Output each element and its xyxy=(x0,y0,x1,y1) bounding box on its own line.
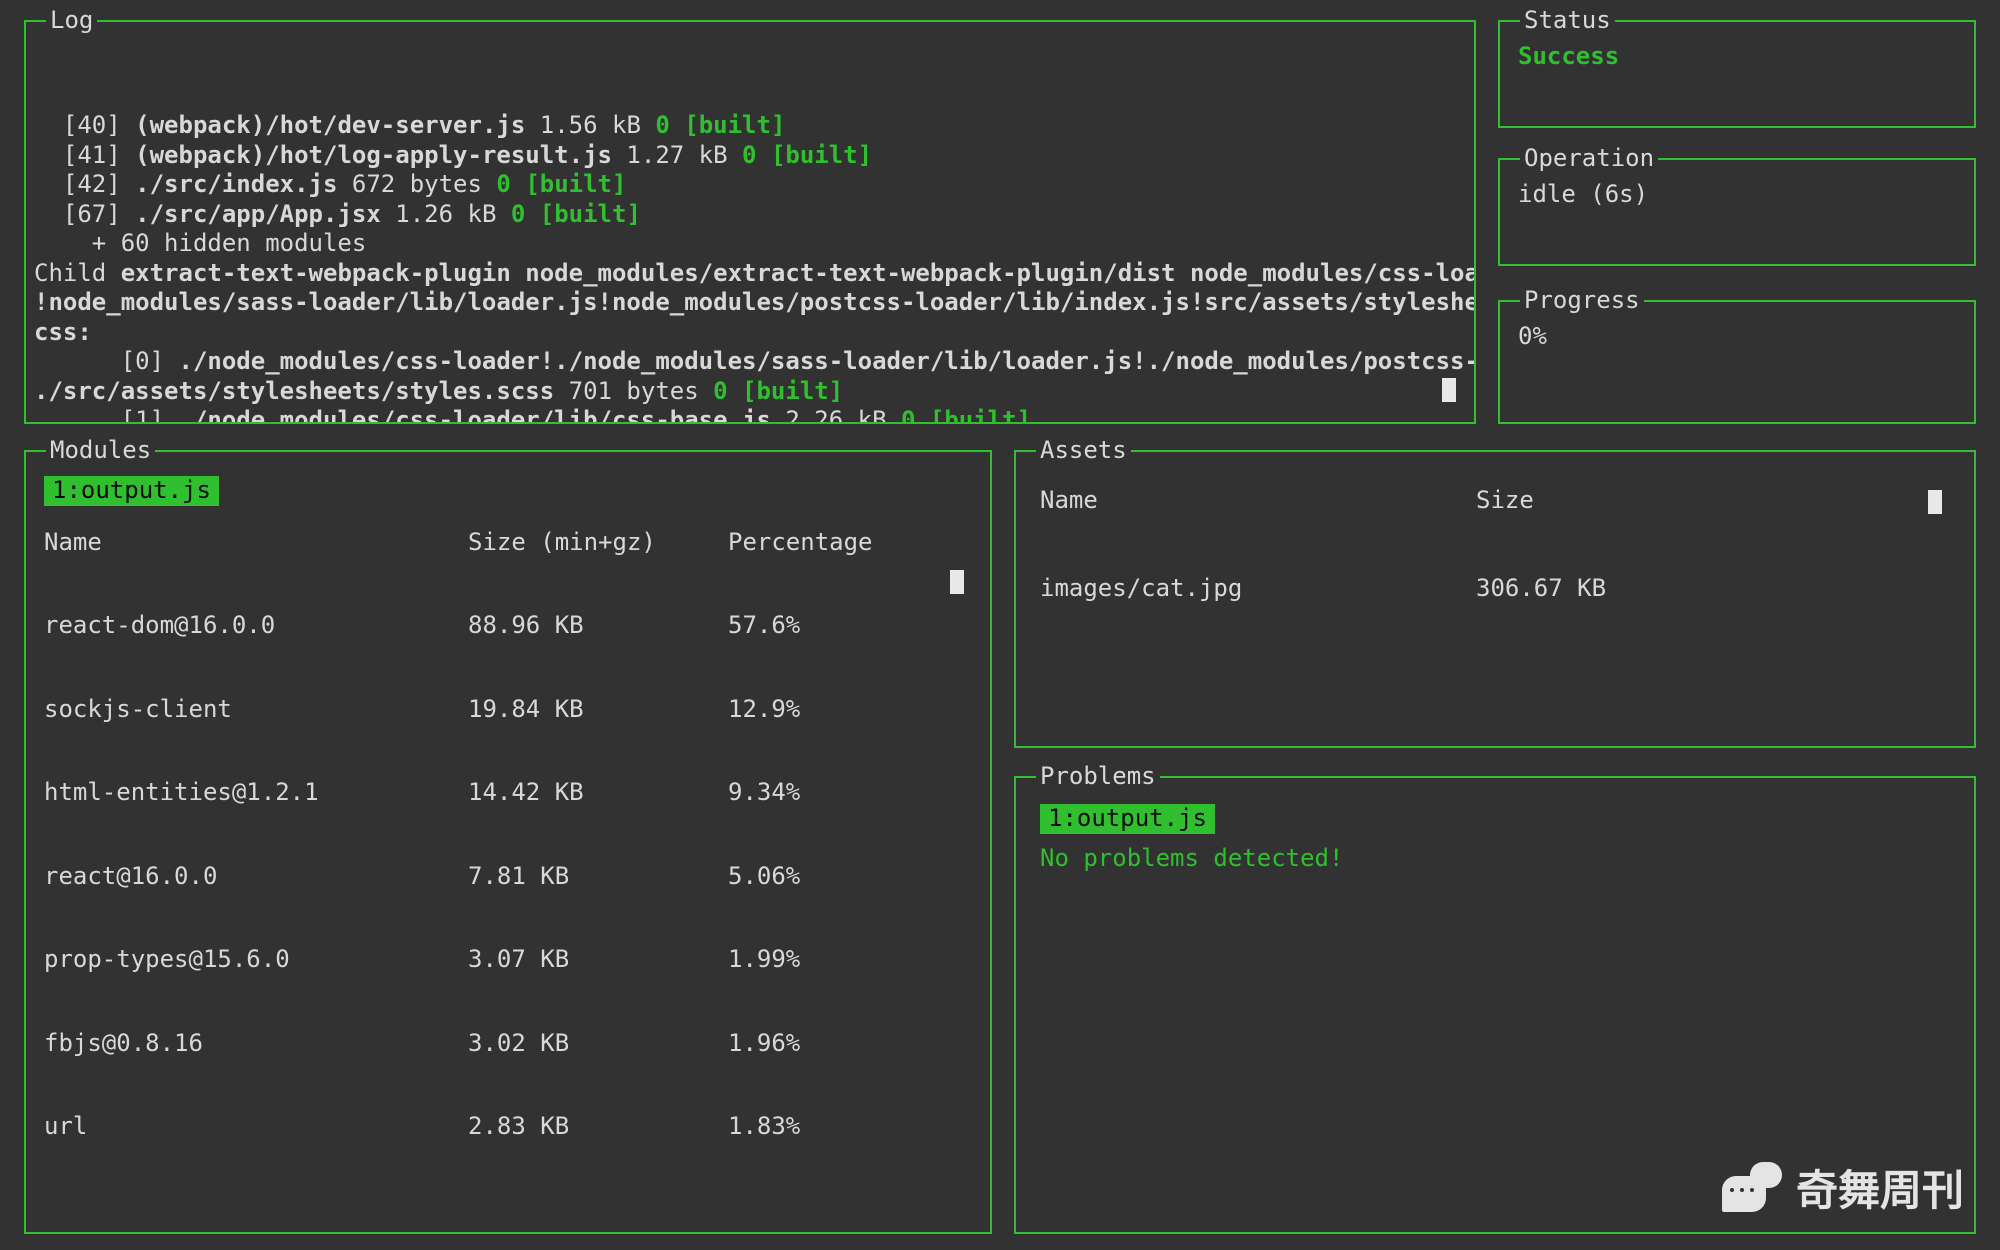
modules-row[interactable]: fbjs@0.8.163.02 KB1.96% xyxy=(44,1029,972,1059)
assets-col-name: Name xyxy=(1040,486,1476,516)
modules-cursor xyxy=(950,570,964,594)
log-line: [67] ./src/app/App.jsx 1.26 kB 0 [built] xyxy=(34,200,1456,230)
module-size: 3.02 KB xyxy=(468,1029,728,1059)
watermark-text: 奇舞周刊 xyxy=(1796,1165,1964,1217)
module-pct: 1.96% xyxy=(728,1029,972,1059)
module-pct: 1.99% xyxy=(728,945,972,975)
log-body[interactable]: [40] (webpack)/hot/dev-server.js 1.56 kB… xyxy=(26,22,1474,422)
problems-tab[interactable]: 1:output.js xyxy=(1040,804,1215,834)
module-name: fbjs@0.8.16 xyxy=(44,1029,468,1059)
module-pct: 57.6% xyxy=(728,611,972,641)
module-name: react-dom@16.0.0 xyxy=(44,611,468,641)
problems-message: No problems detected! xyxy=(1040,844,1950,874)
module-name: prop-types@15.6.0 xyxy=(44,945,468,975)
progress-title: Progress xyxy=(1520,286,1644,316)
module-pct: 5.06% xyxy=(728,862,972,892)
asset-size: 306.67 KB xyxy=(1476,574,1950,604)
log-line: + 60 hidden modules xyxy=(34,229,1456,259)
modules-header-row: Name Size (min+gz) Percentage xyxy=(44,528,972,558)
log-line: css: xyxy=(34,318,1456,348)
modules-col-pct: Percentage xyxy=(728,528,972,558)
status-body: Success xyxy=(1500,22,1974,126)
modules-row[interactable]: sockjs-client19.84 KB12.9% xyxy=(44,695,972,725)
module-size: 3.07 KB xyxy=(468,945,728,975)
log-line: [41] (webpack)/hot/log-apply-result.js 1… xyxy=(34,141,1456,171)
log-cursor xyxy=(1442,378,1456,402)
module-name: react@16.0.0 xyxy=(44,862,468,892)
log-panel: Log [40] (webpack)/hot/dev-server.js 1.5… xyxy=(24,20,1476,424)
operation-value: idle (6s) xyxy=(1518,180,1956,210)
module-name: sockjs-client xyxy=(44,695,468,725)
module-size: 88.96 KB xyxy=(468,611,728,641)
log-line: [0] ./node_modules/css-loader!./node_mod… xyxy=(34,347,1456,377)
modules-col-size: Size (min+gz) xyxy=(468,528,728,558)
modules-row[interactable]: url2.83 KB1.83% xyxy=(44,1112,972,1142)
log-line: [40] (webpack)/hot/dev-server.js 1.56 kB… xyxy=(34,111,1456,141)
asset-name: images/cat.jpg xyxy=(1040,574,1476,604)
assets-cursor xyxy=(1928,490,1942,514)
assets-col-size: Size xyxy=(1476,486,1950,516)
module-size: 7.81 KB xyxy=(468,862,728,892)
log-line: Child extract-text-webpack-plugin node_m… xyxy=(34,259,1456,289)
modules-panel: Modules 1:output.js Name Size (min+gz) P… xyxy=(24,450,992,1234)
progress-body: 0% xyxy=(1500,302,1974,422)
status-title: Status xyxy=(1520,6,1615,36)
problems-title: Problems xyxy=(1036,762,1160,792)
modules-tab[interactable]: 1:output.js xyxy=(44,476,219,506)
module-name: url xyxy=(44,1112,468,1142)
operation-body: idle (6s) xyxy=(1500,160,1974,264)
progress-value: 0% xyxy=(1518,322,1956,352)
module-pct: 12.9% xyxy=(728,695,972,725)
log-line: [42] ./src/index.js 672 bytes 0 [built] xyxy=(34,170,1456,200)
log-line: !node_modules/sass-loader/lib/loader.js!… xyxy=(34,288,1456,318)
modules-body[interactable]: 1:output.js Name Size (min+gz) Percentag… xyxy=(26,452,990,1232)
module-pct: 9.34% xyxy=(728,778,972,808)
assets-header-row: Name Size xyxy=(1040,486,1950,516)
log-line: ./src/assets/stylesheets/styles.scss 701… xyxy=(34,377,1456,407)
assets-panel: Assets Name Size images/cat.jpg306.67 KB xyxy=(1014,450,1976,748)
modules-row[interactable]: react-dom@16.0.088.96 KB57.6% xyxy=(44,611,972,641)
modules-row[interactable]: react@16.0.07.81 KB5.06% xyxy=(44,862,972,892)
module-size: 19.84 KB xyxy=(468,695,728,725)
wechat-icon xyxy=(1722,1160,1784,1222)
watermark: 奇舞周刊 xyxy=(1722,1160,1964,1222)
operation-title: Operation xyxy=(1520,144,1658,174)
module-size: 14.42 KB xyxy=(468,778,728,808)
module-name: html-entities@1.2.1 xyxy=(44,778,468,808)
status-panel: Status Success xyxy=(1498,20,1976,128)
status-value: Success xyxy=(1518,42,1956,72)
modules-row[interactable]: html-entities@1.2.114.42 KB9.34% xyxy=(44,778,972,808)
assets-body[interactable]: Name Size images/cat.jpg306.67 KB xyxy=(1016,452,1974,746)
progress-panel: Progress 0% xyxy=(1498,300,1976,424)
modules-row[interactable]: prop-types@15.6.03.07 KB1.99% xyxy=(44,945,972,975)
module-size: 2.83 KB xyxy=(468,1112,728,1142)
operation-panel: Operation idle (6s) xyxy=(1498,158,1976,266)
modules-col-name: Name xyxy=(44,528,468,558)
module-pct: 1.83% xyxy=(728,1112,972,1142)
log-line: [1] ./node_modules/css-loader/lib/css-ba… xyxy=(34,406,1456,422)
assets-row[interactable]: images/cat.jpg306.67 KB xyxy=(1040,574,1950,604)
